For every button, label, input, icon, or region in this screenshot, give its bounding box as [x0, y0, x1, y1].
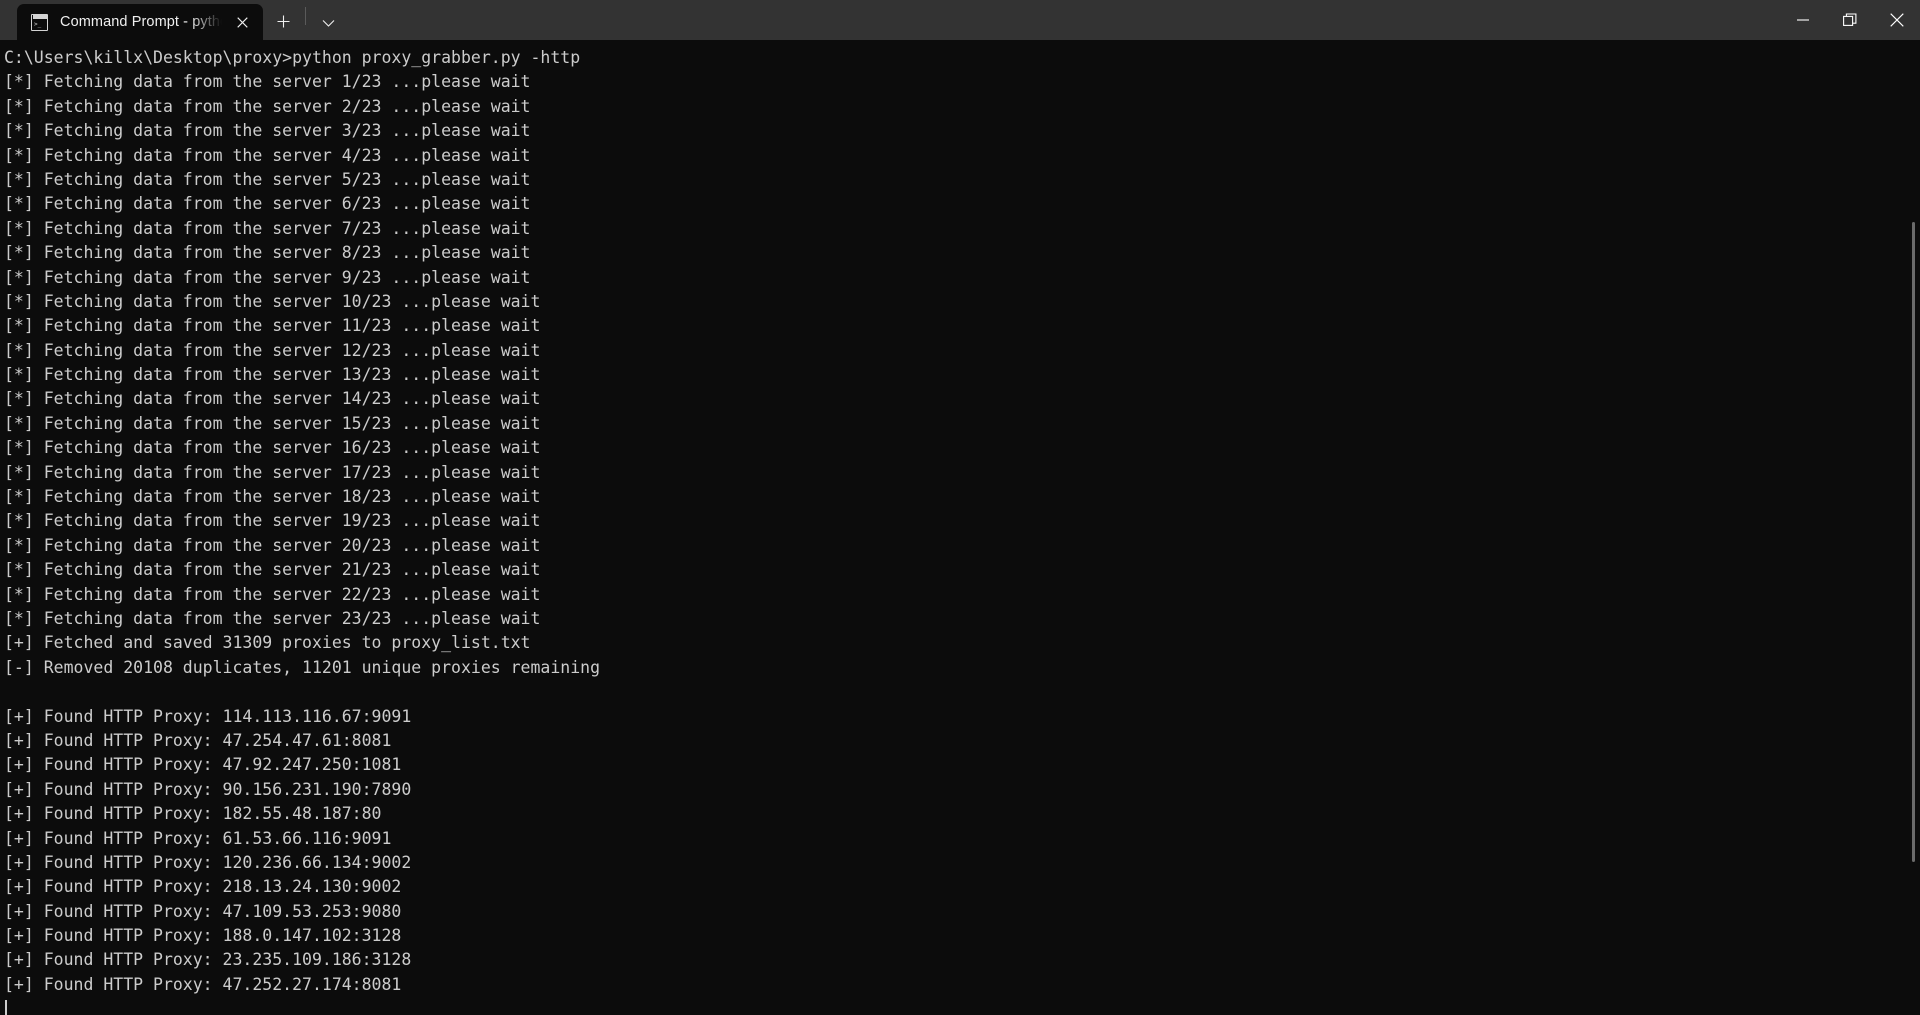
terminal-output: C:\Users\killx\Desktop\proxy>python prox… — [4, 46, 1920, 997]
terminal-line: [+] Found HTTP Proxy: 47.92.247.250:1081 — [4, 755, 402, 775]
plus-icon — [277, 13, 290, 32]
terminal-line: [*] Fetching data from the server 1/23 .… — [4, 72, 531, 92]
terminal-line: [*] Fetching data from the server 2/23 .… — [4, 96, 531, 116]
terminal-line: [-] Removed 20108 duplicates, 11201 uniq… — [4, 657, 601, 677]
terminal-line: [*] Fetching data from the server 15/23 … — [4, 413, 541, 433]
terminal-line: [*] Fetching data from the server 16/23 … — [4, 438, 541, 458]
terminal-line: [*] Fetching data from the server 7/23 .… — [4, 218, 531, 238]
terminal-line: [+] Found HTTP Proxy: 61.53.66.116:9091 — [4, 828, 392, 848]
terminal-line: [*] Fetching data from the server 12/23 … — [4, 340, 541, 360]
terminal-line: [*] Fetching data from the server 11/23 … — [4, 316, 541, 336]
tab-command-prompt[interactable]: >_ Command Prompt - python p — [17, 4, 263, 40]
terminal-line: [*] Fetching data from the server 8/23 .… — [4, 243, 531, 263]
scrollbar-thumb[interactable] — [1912, 222, 1915, 862]
terminal-line: [+] Found HTTP Proxy: 218.13.24.130:9002 — [4, 877, 402, 897]
terminal-line: [*] Fetching data from the server 4/23 .… — [4, 145, 531, 165]
terminal-line: [*] Fetching data from the server 19/23 … — [4, 511, 541, 531]
tabstrip-divider — [305, 6, 306, 25]
terminal-line: C:\Users\killx\Desktop\proxy>python prox… — [4, 48, 581, 67]
terminal-scrollbar[interactable] — [1908, 40, 1918, 1015]
close-button[interactable] — [1873, 0, 1920, 40]
tab-title: Command Prompt - python p — [60, 14, 227, 30]
terminal-line: [+] Found HTTP Proxy: 90.156.231.190:789… — [4, 779, 412, 799]
terminal-line: [+] Fetched and saved 31309 proxies to p… — [4, 633, 531, 653]
terminal-line: [+] Found HTTP Proxy: 120.236.66.134:900… — [4, 852, 412, 872]
terminal-line: [*] Fetching data from the server 23/23 … — [4, 608, 541, 628]
terminal-line: [*] Fetching data from the server 17/23 … — [4, 462, 541, 482]
terminal-line: [*] Fetching data from the server 3/23 .… — [4, 121, 531, 141]
minimize-button[interactable] — [1779, 0, 1826, 40]
minimize-icon — [1796, 19, 1809, 21]
terminal-line: [*] Fetching data from the server 5/23 .… — [4, 169, 531, 189]
terminal-line: [*] Fetching data from the server 18/23 … — [4, 487, 541, 507]
terminal-line: [+] Found HTTP Proxy: 114.113.116.67:909… — [4, 706, 412, 726]
window-controls — [1779, 0, 1920, 40]
terminal-line: [+] Found HTTP Proxy: 47.254.47.61:8081 — [4, 730, 392, 750]
terminal-line: [*] Fetching data from the server 6/23 .… — [4, 194, 531, 214]
window-drag-region — [348, 0, 1920, 40]
terminal-line: [+] Found HTTP Proxy: 23.235.109.186:312… — [4, 950, 412, 970]
terminal-line: [*] Fetching data from the server 14/23 … — [4, 389, 541, 409]
terminal-line: [*] Fetching data from the server 20/23 … — [4, 535, 541, 555]
tab-dropdown-button[interactable] — [308, 4, 348, 40]
title-bar: >_ Command Prompt - python p — [0, 0, 1920, 40]
new-tab-button[interactable] — [263, 4, 303, 40]
chevron-down-icon — [322, 13, 335, 32]
terminal-line: [+] Found HTTP Proxy: 47.109.53.253:9080 — [4, 901, 402, 921]
maximize-button[interactable] — [1826, 0, 1873, 40]
text-cursor — [5, 1000, 7, 1015]
terminal-line: [*] Fetching data from the server 13/23 … — [4, 365, 541, 385]
tab-close-icon[interactable] — [227, 8, 257, 36]
tab-strip: >_ Command Prompt - python p — [0, 0, 348, 40]
terminal-line: [*] Fetching data from the server 22/23 … — [4, 584, 541, 604]
terminal-line: [*] Fetching data from the server 10/23 … — [4, 291, 541, 311]
restore-icon — [1842, 13, 1857, 27]
terminal-line: [*] Fetching data from the server 21/23 … — [4, 560, 541, 580]
terminal-line: [*] Fetching data from the server 9/23 .… — [4, 267, 531, 287]
terminal-line: [+] Found HTTP Proxy: 188.0.147.102:3128 — [4, 926, 402, 946]
close-icon — [1889, 13, 1904, 27]
terminal-line: [+] Found HTTP Proxy: 47.252.27.174:8081 — [4, 974, 402, 994]
command-prompt-icon: >_ — [31, 13, 48, 31]
terminal-cursor-line — [4, 997, 1920, 1015]
terminal-pane[interactable]: C:\Users\killx\Desktop\proxy>python prox… — [0, 40, 1920, 1015]
terminal-line: [+] Found HTTP Proxy: 182.55.48.187:80 — [4, 804, 382, 824]
